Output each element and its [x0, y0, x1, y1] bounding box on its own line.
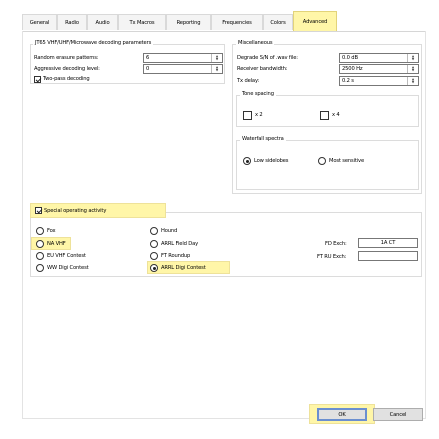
receiver-bandwidth-value: 2500 Hz — [342, 66, 363, 72]
aggressive-decoding-label: Aggressive decoding level: — [34, 66, 100, 72]
fox-label[interactable]: Fox — [47, 228, 56, 234]
ok-button-label: OK — [338, 411, 346, 418]
tab-radio[interactable]: Radio — [57, 14, 87, 30]
aggressive-decoding-spinbox[interactable]: 0 ▲ ▼ — [143, 64, 223, 74]
hound-radio[interactable] — [150, 227, 158, 235]
arrl-field-day-radio[interactable] — [150, 240, 158, 248]
special-activity-title[interactable]: Special operating activity — [44, 208, 106, 214]
spin-arrows-icon[interactable]: ▲ ▼ — [211, 65, 222, 73]
random-erasure-value: 6 — [146, 55, 150, 61]
degrade-sn-value: 0.0 dB — [342, 55, 358, 61]
cancel-button-label: Cancel — [389, 411, 407, 418]
waterfall-spectra-title: Waterfall spectra — [240, 136, 286, 142]
tone-x2-checkbox[interactable] — [243, 111, 252, 120]
eu-vhf-contest-radio[interactable] — [36, 252, 44, 260]
two-pass-label[interactable]: Two-pass decoding — [43, 76, 90, 82]
tone-spacing-title: Tone spacing — [240, 91, 276, 97]
degrade-sn-spinbox[interactable]: 0.0 dB ▲ ▼ — [339, 53, 419, 63]
spin-arrows-icon[interactable]: ▲ ▼ — [407, 65, 418, 73]
ft-roundup-radio[interactable] — [150, 252, 158, 260]
tab-label: Radio — [65, 19, 79, 26]
fox-radio[interactable] — [36, 227, 44, 235]
two-pass-checkbox[interactable] — [34, 76, 41, 83]
arrl-field-day-label[interactable]: ARRL Field Day — [161, 241, 198, 247]
tab-label: Tx Macros — [129, 19, 155, 26]
spin-arrows-icon[interactable]: ▲ ▼ — [211, 54, 222, 62]
settings-dialog: General Radio Audio Tx Macros Reporting … — [0, 0, 439, 439]
tx-delay-spinbox[interactable]: 0.2 s ▲ ▼ — [339, 76, 419, 86]
rtty-exch-label: FT RU Exch: — [317, 254, 347, 260]
special-activity-checkbox[interactable] — [35, 207, 42, 214]
na-vhf-radio[interactable] — [36, 240, 44, 248]
low-sidelobes-radio[interactable] — [243, 157, 251, 165]
eu-vhf-contest-label[interactable]: EU VHF Contest — [47, 253, 86, 259]
rtty-exch-input[interactable] — [358, 251, 418, 261]
aggressive-decoding-value: 0 — [146, 66, 150, 72]
jt65-group-title: JT65 VHF/UHF/Microwave decoding paramete… — [33, 40, 154, 46]
tx-delay-label: Tx delay: — [237, 78, 260, 84]
ww-digi-contest-radio[interactable] — [36, 264, 44, 272]
spin-arrows-icon[interactable]: ▲ ▼ — [407, 54, 418, 62]
tone-x4-label[interactable]: x 4 — [332, 112, 340, 118]
arrl-digi-contest-label[interactable]: ARRL Digi Contest — [161, 265, 206, 271]
arrl-digi-contest-radio[interactable] — [150, 264, 158, 272]
fd-exch-label: FD Exch: — [325, 241, 347, 247]
tab-reporting[interactable]: Reporting — [166, 14, 211, 30]
tone-x4-checkbox[interactable] — [320, 111, 329, 120]
tab-colors[interactable]: Colors — [263, 14, 293, 30]
misc-group-title: Miscellaneous — [236, 40, 275, 46]
tx-delay-value: 0.2 s — [342, 78, 354, 84]
receiver-bandwidth-spinbox[interactable]: 2500 Hz ▲ ▼ — [339, 64, 419, 74]
most-sensitive-radio[interactable] — [318, 157, 326, 165]
cancel-button[interactable]: Cancel — [373, 408, 423, 421]
ww-digi-contest-label[interactable]: WW Digi Contest — [47, 265, 89, 271]
degrade-sn-label: Degrade S/N of .wav file: — [237, 55, 298, 61]
fd-exch-input[interactable]: 1A CT — [358, 238, 418, 248]
tab-label: Audio — [95, 19, 110, 26]
na-vhf-label[interactable]: NA VHF — [47, 241, 66, 247]
tab-label: Frequencies — [222, 19, 252, 26]
tab-audio[interactable]: Audio — [87, 14, 118, 30]
spin-arrows-icon[interactable]: ▲ ▼ — [407, 77, 418, 85]
hound-label[interactable]: Hound — [161, 228, 177, 234]
random-erasure-spinbox[interactable]: 6 ▲ ▼ — [143, 53, 223, 63]
tab-frequencies[interactable]: Frequencies — [211, 14, 263, 30]
tab-advanced[interactable]: Advanced — [293, 11, 337, 32]
random-erasure-label: Random erasure patterns: — [34, 55, 99, 61]
tone-x2-label[interactable]: x 2 — [255, 112, 263, 118]
tab-label: General — [29, 19, 50, 26]
tab-bar: General Radio Audio Tx Macros Reporting … — [22, 11, 424, 32]
ft-roundup-label[interactable]: FT Roundup — [161, 253, 190, 259]
receiver-bandwidth-label: Receiver bandwidth: — [237, 66, 288, 72]
tab-tx-macros[interactable]: Tx Macros — [118, 14, 166, 30]
tab-label: Advanced — [302, 19, 328, 25]
ok-button[interactable]: OK — [317, 408, 367, 421]
tab-label: Colors — [270, 19, 286, 26]
tab-label: Reporting — [176, 19, 201, 26]
low-sidelobes-label[interactable]: Low sidelobes — [254, 158, 289, 164]
tab-general[interactable]: General — [22, 14, 57, 30]
most-sensitive-label[interactable]: Most sensitive — [329, 158, 364, 164]
waterfall-spectra-group — [236, 140, 419, 190]
